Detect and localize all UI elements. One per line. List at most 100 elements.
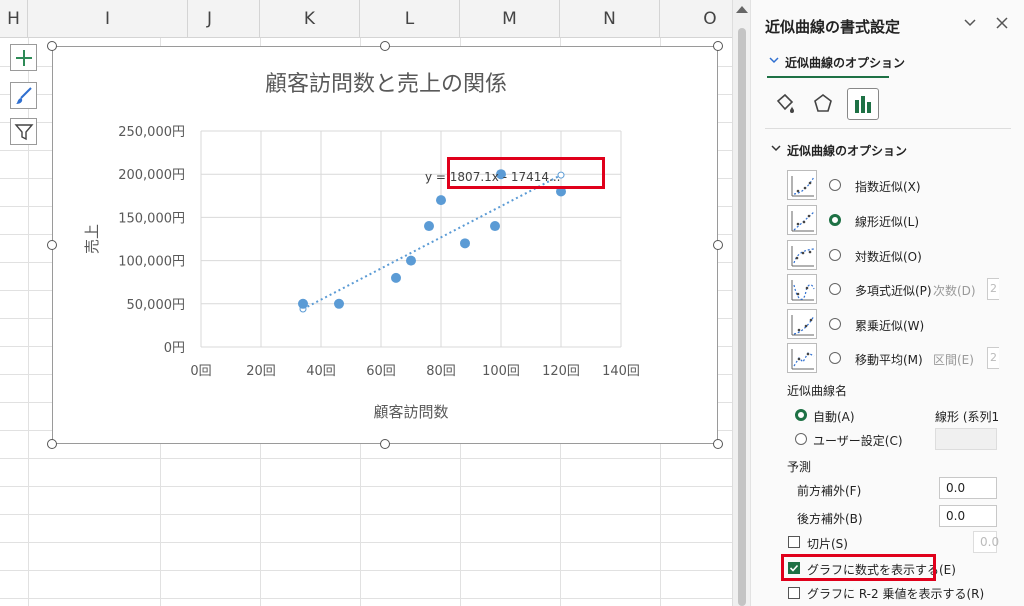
resize-handle[interactable] [47, 41, 57, 51]
column-header-n[interactable]: N [560, 0, 660, 38]
trend-label: 累乗近似(W) [855, 319, 925, 333]
trend-option-exponential[interactable]: 指数近似(X) [787, 170, 987, 200]
trend-option-logarithmic[interactable]: 対数近似(O) [787, 240, 987, 270]
y-tick-label: 250,000円 [118, 125, 185, 140]
column-header-j[interactable]: J [160, 0, 260, 38]
chart-filters-button[interactable] [10, 118, 37, 145]
chevron-down-icon[interactable] [963, 16, 977, 34]
name-auto-value: 線形 (系列1 [935, 410, 1000, 424]
effects-tab[interactable] [807, 88, 839, 120]
trend-label: 指数近似(X) [855, 180, 921, 194]
radio-polynomial[interactable] [829, 283, 841, 295]
brush-icon [15, 86, 32, 104]
x-tick-label: 20回 [246, 364, 276, 379]
trend-option-power[interactable]: 累乗近似(W) [787, 309, 987, 339]
resize-handle[interactable] [713, 439, 723, 449]
moving-average-icon [787, 343, 817, 373]
resize-handle[interactable] [713, 41, 723, 51]
tab-trendline-options[interactable]: 近似曲線のオプション [785, 54, 905, 71]
format-trendline-pane: 近似曲線の書式設定 近似曲線のオプション 近似曲線のオプション 指数近似(X) … [750, 0, 1024, 606]
grid-line [0, 486, 732, 487]
radio-name-auto[interactable] [795, 409, 807, 421]
column-header-l[interactable]: L [360, 0, 460, 38]
forward-input[interactable]: 0.0 [939, 477, 997, 499]
resize-handle[interactable] [47, 240, 57, 250]
fill-line-tab[interactable] [769, 88, 801, 120]
polynomial-trend-icon [787, 274, 817, 304]
data-point [298, 298, 308, 309]
column-header-k[interactable]: K [260, 0, 360, 38]
order-input[interactable]: 2 [987, 278, 999, 300]
radio-exponential[interactable] [829, 179, 841, 191]
show-equation-highlight-box [781, 554, 936, 581]
forecast-header: 予測 [787, 460, 812, 474]
y-tick-label: 50,000円 [127, 298, 186, 313]
trendline-options-tab[interactable] [847, 88, 879, 120]
x-tick-label: 120回 [542, 364, 580, 379]
name-custom-label[interactable]: ユーザー設定(C) [813, 432, 903, 449]
resize-handle[interactable] [380, 41, 390, 51]
resize-handle[interactable] [713, 240, 723, 250]
scroll-thumb[interactable] [738, 28, 746, 606]
excel-window: H I J K L M N O 顧客訪問数と売上の関係 0回 20回 40回 6… [0, 0, 1024, 606]
backward-input[interactable]: 0.0 [939, 505, 997, 527]
forward-label: 前方補外(F) [797, 484, 862, 498]
chart-elements-button[interactable] [10, 44, 37, 71]
data-point [334, 298, 344, 309]
paint-bucket-icon [776, 93, 794, 113]
show-r2-label[interactable]: グラフに R-2 乗値を表示する(R) [807, 585, 984, 602]
grid-line [0, 598, 732, 599]
radio-linear[interactable] [829, 214, 841, 226]
funnel-icon [13, 123, 34, 140]
intercept-label[interactable]: 切片(S) [807, 535, 848, 552]
x-tick-label: 140回 [602, 364, 640, 379]
column-header-h[interactable]: H [0, 0, 28, 38]
scatter-chart[interactable]: 顧客訪問数と売上の関係 0回 20回 40回 60回 80回 100回 120回 140回 0円 5… [52, 46, 718, 444]
bar-chart-icon [855, 96, 871, 113]
name-auto-label[interactable]: 自動(A) [813, 408, 855, 425]
grid-line [0, 458, 732, 459]
period-label: 区間(E) [933, 353, 974, 367]
intercept-checkbox[interactable] [788, 536, 800, 548]
backward-label: 後方補外(B) [797, 512, 863, 526]
data-point [406, 255, 416, 266]
trend-label: 多項式近似(P) [855, 284, 932, 298]
trend-label: 移動平均(M) [855, 353, 923, 367]
resize-handle[interactable] [380, 439, 390, 449]
worksheet-grid[interactable]: H I J K L M N O 顧客訪問数と売上の関係 0回 20回 40回 6… [0, 0, 732, 606]
section-chevron-icon[interactable] [771, 143, 781, 156]
show-r2-checkbox[interactable] [788, 587, 800, 599]
scroll-up-arrow-icon[interactable] [736, 6, 748, 13]
radio-moving-average[interactable] [829, 352, 841, 364]
trend-option-linear[interactable]: 線形近似(L) [787, 205, 987, 235]
chart-styles-button[interactable] [10, 82, 37, 109]
chart-canvas: 顧客訪問数と売上の関係 0回 20回 40回 60回 80回 100回 120回 140回 0円 5… [83, 72, 640, 421]
radio-power[interactable] [829, 318, 841, 330]
y-tick-label: 100,000円 [118, 255, 185, 270]
radio-name-custom[interactable] [795, 433, 807, 445]
log-trend-icon [787, 240, 817, 270]
data-point [391, 272, 401, 283]
column-header-o[interactable]: O [660, 0, 732, 38]
section-title[interactable]: 近似曲線のオプション [787, 142, 907, 159]
y-tick-label: 200,000円 [118, 168, 185, 183]
x-tick-label: 80回 [426, 364, 456, 379]
close-icon[interactable] [995, 16, 1009, 34]
column-headers: H I J K L M N O [0, 0, 732, 38]
resize-handle[interactable] [47, 439, 57, 449]
linear-trend-icon [787, 205, 817, 235]
x-tick-label: 0回 [190, 364, 211, 379]
column-header-m[interactable]: M [460, 0, 560, 38]
x-tick-label: 40回 [306, 364, 336, 379]
intercept-input[interactable]: 0.0 [973, 531, 999, 553]
tab-underline [767, 76, 889, 78]
radio-logarithmic[interactable] [829, 249, 841, 261]
vertical-scrollbar[interactable] [732, 0, 750, 606]
divider [765, 128, 1011, 129]
tab-chevron-icon [769, 55, 779, 68]
chart-title: 顧客訪問数と売上の関係 [265, 72, 507, 97]
exponential-trend-icon [787, 170, 817, 200]
custom-name-input[interactable] [935, 428, 997, 450]
power-trend-icon [787, 309, 817, 339]
period-input[interactable]: 2 [987, 347, 999, 369]
